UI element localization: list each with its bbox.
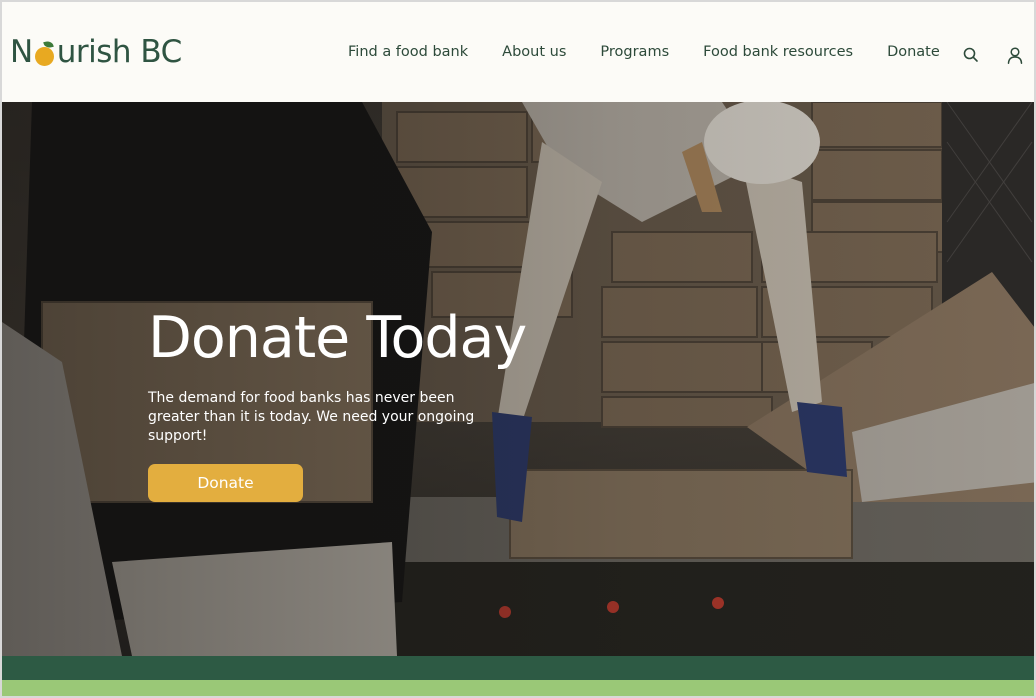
hero-title: Donate Today [148,305,527,371]
orange-fruit-logo-icon [34,39,56,66]
logo-text-suffix: urish BC [56,34,183,70]
nav-about-us[interactable]: About us [502,44,566,60]
hero-subtitle: The demand for food banks has never been… [148,390,475,444]
nav-find-food-bank[interactable]: Find a food bank [348,44,468,60]
search-icon[interactable] [962,46,980,64]
footer-stripe-light [2,680,1034,696]
header-actions [962,46,1024,64]
site-logo[interactable]: N urish BC [10,34,182,70]
nav-programs[interactable]: Programs [600,44,669,60]
user-icon[interactable] [1006,46,1024,64]
hero-section: Donate Today The demand for food banks h… [2,102,1034,656]
nav-donate[interactable]: Donate [887,44,940,60]
footer-stripe-dark [2,656,1034,680]
hero-content: Donate Today The demand for food banks h… [148,310,618,502]
site-header: N urish BC Find a food bank About us Pro… [2,2,1034,102]
main-nav: Find a food bank About us Programs Food … [348,2,940,102]
nav-food-bank-resources[interactable]: Food bank resources [703,44,853,60]
logo-text-prefix: N [10,34,33,70]
browser-frame: N urish BC Find a food bank About us Pro… [0,0,1036,698]
donate-button[interactable]: Donate [148,464,303,502]
